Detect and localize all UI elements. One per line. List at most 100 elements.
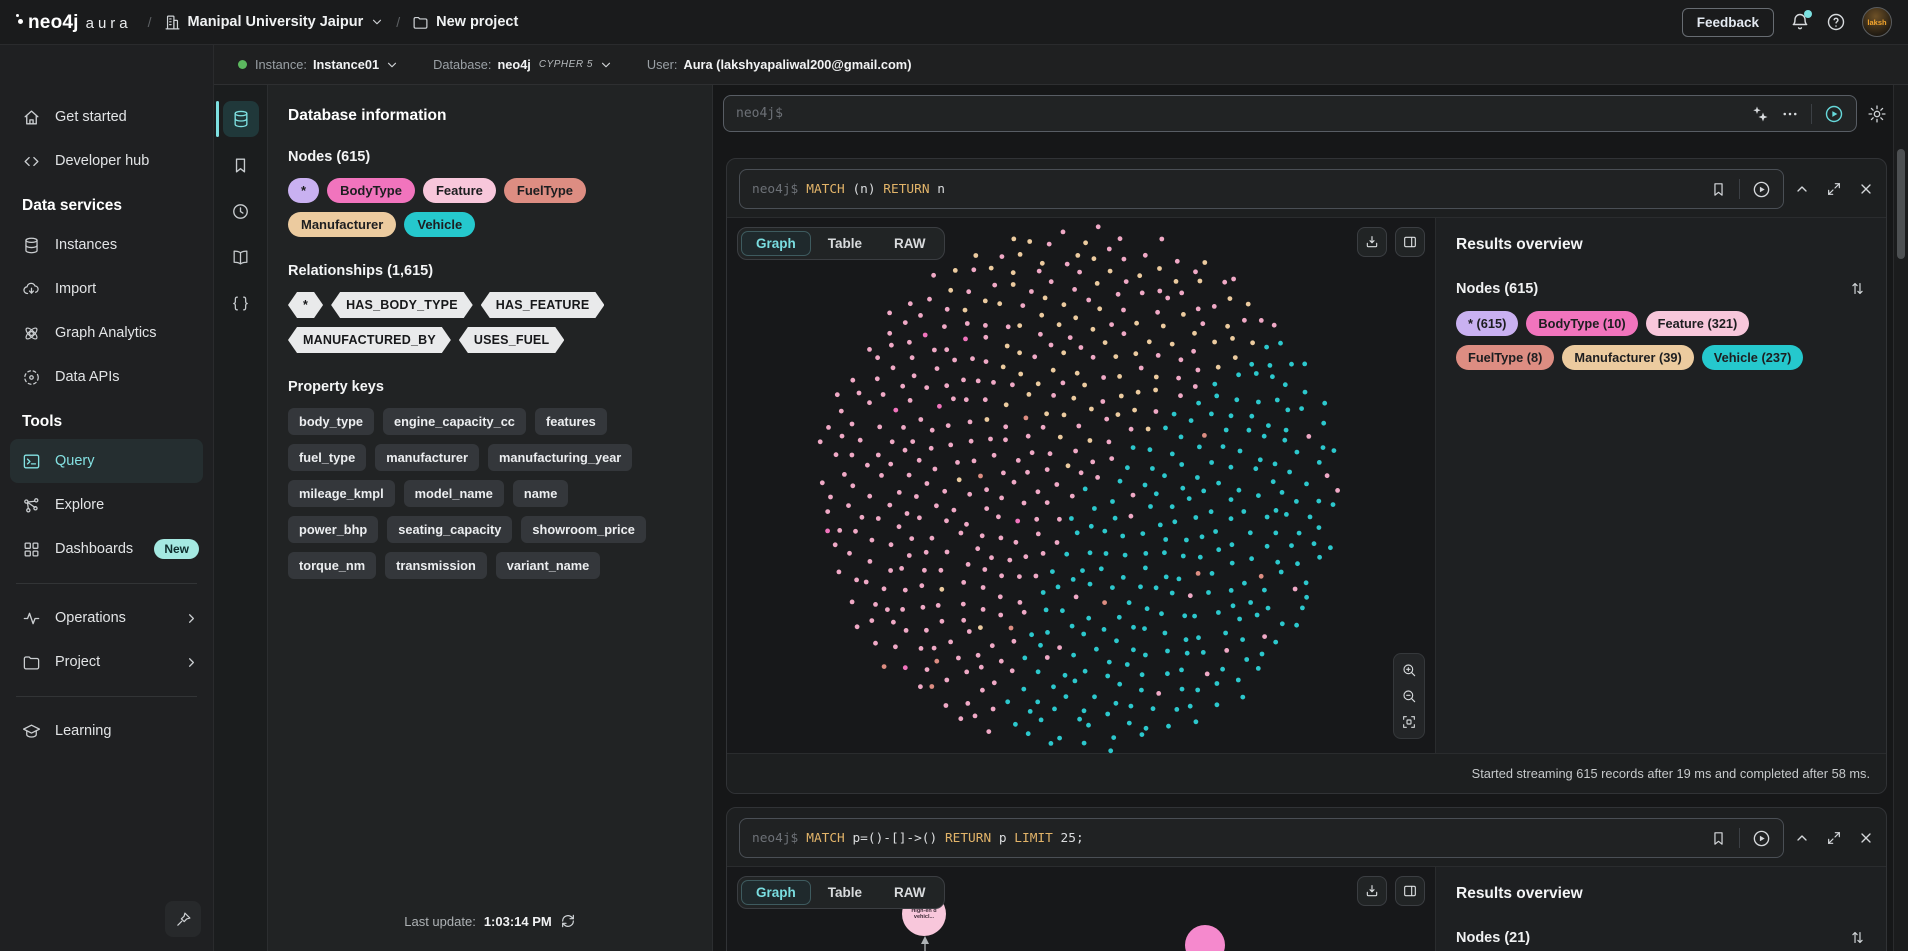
graph-node[interactable] xyxy=(820,480,825,485)
graph-node[interactable] xyxy=(1051,368,1056,373)
graph-node[interactable] xyxy=(1154,491,1159,496)
graph-node[interactable] xyxy=(967,629,972,634)
graph-node[interactable] xyxy=(887,311,892,316)
graph-node[interactable] xyxy=(985,417,990,422)
graph-node[interactable] xyxy=(1229,413,1234,418)
graph-node[interactable] xyxy=(998,613,1003,618)
graph-node[interactable] xyxy=(1095,281,1100,286)
graph-node[interactable] xyxy=(1317,460,1322,465)
graph-node[interactable] xyxy=(1240,637,1245,642)
graph-node[interactable] xyxy=(1021,687,1026,692)
graph-node[interactable] xyxy=(867,494,872,499)
sidebar-item-dashboards[interactable]: Dashboards New xyxy=(0,527,213,571)
graph-node[interactable] xyxy=(1237,488,1242,493)
graph-node[interactable] xyxy=(966,562,971,567)
graph-node[interactable] xyxy=(1312,541,1317,546)
graph-node[interactable] xyxy=(951,396,956,401)
graph-node[interactable] xyxy=(1016,458,1021,463)
graph-node[interactable] xyxy=(1193,384,1198,389)
graph-node[interactable] xyxy=(1248,530,1253,535)
database-info-tab-button[interactable] xyxy=(223,101,259,137)
breadcrumb-project[interactable]: New project xyxy=(412,14,518,31)
graph-node[interactable] xyxy=(1068,335,1073,340)
graph-node[interactable] xyxy=(972,459,977,464)
graph-node[interactable] xyxy=(876,516,881,521)
graph-node[interactable] xyxy=(1036,381,1041,386)
graph-node[interactable] xyxy=(1139,688,1144,693)
graph-node[interactable] xyxy=(826,425,831,430)
toggle-results-panel-button[interactable] xyxy=(1395,227,1425,257)
graph-node[interactable] xyxy=(996,514,1001,519)
graph-node[interactable] xyxy=(882,664,887,669)
graph-node[interactable] xyxy=(1273,640,1278,645)
graph-node[interactable] xyxy=(1195,475,1200,480)
graph-node[interactable] xyxy=(1073,449,1078,454)
graph-node[interactable] xyxy=(873,641,878,646)
graph-node[interactable] xyxy=(1011,237,1016,242)
graph-node[interactable] xyxy=(1082,741,1087,746)
graph-node[interactable] xyxy=(1192,614,1197,619)
graph-node[interactable] xyxy=(900,384,905,389)
graph-node[interactable] xyxy=(1300,606,1305,611)
graph-node[interactable] xyxy=(1140,291,1145,296)
graph-node[interactable] xyxy=(1029,289,1034,294)
graph-node[interactable] xyxy=(1113,354,1118,359)
graph-node[interactable] xyxy=(899,566,904,571)
graph-node[interactable] xyxy=(1040,261,1045,266)
graph-node[interactable] xyxy=(1270,374,1275,379)
graph-node[interactable] xyxy=(1088,582,1093,587)
graph-node[interactable] xyxy=(1062,302,1067,307)
graph-node[interactable] xyxy=(1280,621,1285,626)
graph-node[interactable] xyxy=(1163,631,1168,636)
graph-node[interactable] xyxy=(1062,413,1067,418)
graph-node[interactable] xyxy=(919,583,924,588)
graph-node[interactable] xyxy=(1077,270,1082,275)
graph-node[interactable] xyxy=(1157,289,1162,294)
graph-node[interactable] xyxy=(1271,479,1276,484)
graph-node[interactable] xyxy=(833,542,838,547)
graph-node[interactable] xyxy=(1179,462,1184,467)
fit-to-screen-button[interactable] xyxy=(1401,710,1417,734)
property-key-pill[interactable]: seating_capacity xyxy=(387,516,512,543)
graph-node[interactable] xyxy=(1283,382,1288,387)
graph-node[interactable] xyxy=(917,458,922,463)
graph-node[interactable] xyxy=(955,460,960,465)
graph-node[interactable] xyxy=(930,428,935,433)
graph-node[interactable] xyxy=(1154,585,1159,590)
graph-node[interactable] xyxy=(1024,416,1029,421)
graph-node[interactable] xyxy=(1057,517,1062,522)
breadcrumb-organization[interactable]: Manipal University Jaipur xyxy=(164,14,385,31)
graph-node[interactable] xyxy=(1121,575,1126,580)
graph-node[interactable] xyxy=(1140,531,1145,536)
graph-node[interactable] xyxy=(1043,296,1048,301)
graph-node[interactable] xyxy=(1170,591,1175,596)
graph-node[interactable] xyxy=(1127,600,1132,605)
graph-node[interactable] xyxy=(1308,515,1313,520)
feedback-button[interactable]: Feedback xyxy=(1682,8,1774,37)
saved-cypher-tab-button[interactable] xyxy=(223,147,259,183)
graph-node[interactable] xyxy=(1088,550,1093,555)
graph-node[interactable] xyxy=(1231,277,1236,282)
graph-node[interactable] xyxy=(945,307,950,312)
graph-node[interactable] xyxy=(850,378,855,383)
graph-node[interactable] xyxy=(1193,269,1198,274)
graph-node[interactable] xyxy=(1155,310,1160,315)
graph-node[interactable] xyxy=(875,355,880,360)
graph-node[interactable] xyxy=(875,376,880,381)
graph-node[interactable] xyxy=(1234,397,1239,402)
graph-node[interactable] xyxy=(1181,312,1186,317)
graph-node[interactable] xyxy=(1094,647,1099,652)
graph-node[interactable] xyxy=(907,340,912,345)
graph-node[interactable] xyxy=(889,542,894,547)
graph-node[interactable] xyxy=(1017,350,1022,355)
graph-node[interactable] xyxy=(1102,627,1107,632)
graph-node[interactable] xyxy=(1001,471,1006,476)
property-key-pill[interactable]: torque_nm xyxy=(288,552,376,579)
sidebar-item-data-apis[interactable]: Data APIs xyxy=(0,355,213,399)
graph-node[interactable] xyxy=(978,474,983,479)
graph-node[interactable] xyxy=(934,503,939,508)
graph-node[interactable] xyxy=(837,528,842,533)
graph-node[interactable] xyxy=(1176,376,1181,381)
graph-node[interactable] xyxy=(1051,393,1056,398)
graph-node[interactable] xyxy=(961,618,966,623)
